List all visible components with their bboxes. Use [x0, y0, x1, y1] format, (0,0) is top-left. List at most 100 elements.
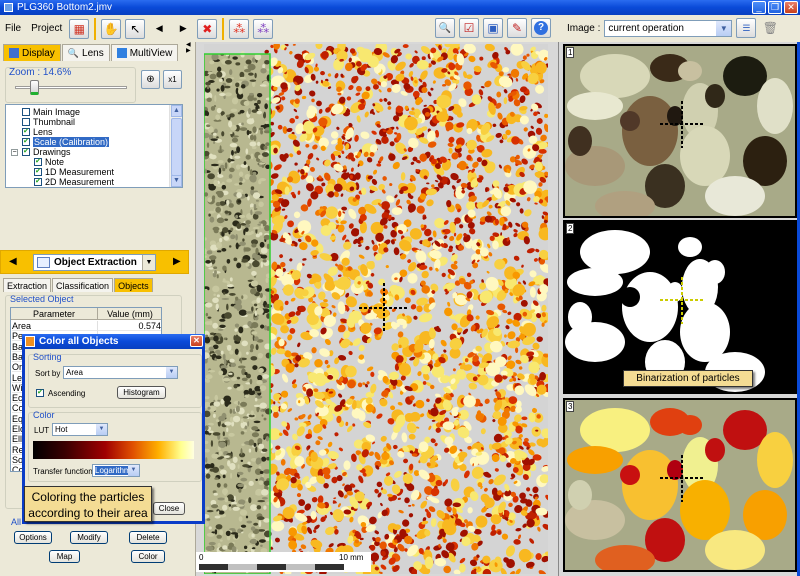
tab-display[interactable]: Display — [3, 44, 61, 61]
image-select[interactable]: current operation ▼ — [604, 19, 733, 37]
close-button[interactable]: ✕ — [784, 1, 798, 14]
grain — [254, 336, 259, 342]
delete-button[interactable]: ✖ — [197, 18, 218, 39]
tree-item[interactable]: ✔ Note — [34, 157, 64, 167]
grain — [204, 521, 209, 527]
tree-checkbox[interactable]: ✔ — [34, 168, 42, 176]
main-image-view[interactable]: 0 10 mm — [196, 42, 558, 576]
select-button[interactable]: ↖ — [125, 18, 146, 39]
tree-checkbox[interactable]: ✔ — [34, 158, 42, 166]
magnifier-button[interactable]: 🔍 — [435, 18, 455, 38]
checklist-button[interactable]: ☑ — [459, 18, 479, 38]
thumbnail-binarized[interactable]: 2 Binarization of particles — [563, 220, 797, 394]
tree-item[interactable]: ✔ Scale (Calibration) — [22, 137, 110, 147]
tab-lens[interactable]: 🔍 Lens — [61, 44, 110, 61]
tab-extraction[interactable]: Extraction — [3, 278, 52, 292]
grain — [255, 344, 259, 351]
modify-button[interactable]: Modify — [70, 531, 108, 544]
classify-objects-button[interactable]: ⁂ — [253, 18, 274, 39]
tree-item[interactable]: ✔ 1D Measurement — [34, 167, 114, 177]
module-select[interactable]: Object Extraction ▼ — [33, 254, 156, 271]
window-search-button[interactable]: ▣ — [483, 18, 503, 38]
dialog-close-icon[interactable]: ✕ — [190, 335, 203, 347]
ascending-checkbox[interactable]: ✔ — [36, 389, 44, 397]
module-prev-icon[interactable]: ◀ — [9, 256, 17, 267]
tree-checkbox[interactable] — [22, 108, 30, 116]
module-next-icon[interactable]: ▶ — [173, 256, 181, 267]
minimize-button[interactable]: _ — [752, 1, 766, 14]
tree-checkbox[interactable]: ✔ — [22, 138, 30, 146]
previous-button[interactable]: ◀ — [149, 19, 169, 39]
scroll-up-icon[interactable]: ▲ — [171, 105, 182, 117]
scroll-thumb[interactable] — [171, 118, 182, 176]
tab-classification[interactable]: Classification — [52, 278, 114, 292]
thumbnail-colored[interactable]: 3 — [563, 398, 797, 572]
grain — [216, 482, 221, 488]
grain — [568, 480, 592, 510]
collapse-icon[interactable]: − — [11, 148, 18, 156]
histogram-button[interactable]: Histogram — [117, 386, 166, 399]
panel-collapse-arrows[interactable]: ◀ ▶ — [186, 42, 191, 54]
dialog-close-button[interactable]: Close — [153, 502, 185, 515]
ascending-label: Ascending — [48, 389, 86, 398]
help-button[interactable]: ? — [531, 18, 551, 38]
tree-item[interactable]: ✔ Lens — [22, 127, 53, 137]
trash-button[interactable]: 🗑 — [760, 18, 780, 38]
column-header-parameter[interactable]: Parameter — [11, 308, 98, 320]
grain — [215, 114, 221, 121]
colored-particles-image[interactable] — [204, 44, 548, 574]
restore-button[interactable]: ❐ — [768, 1, 782, 14]
tab-objects[interactable]: Objects — [114, 278, 153, 292]
pan-button[interactable]: ✋ — [101, 18, 122, 39]
window-search-icon: ▣ — [487, 21, 499, 35]
grain — [251, 533, 255, 538]
dialog-title-bar[interactable]: Color all Objects ✕ — [22, 334, 205, 349]
grain — [209, 255, 217, 261]
transfer-function-select[interactable]: Logarithmic ▼ — [92, 464, 140, 477]
tree-scrollbar[interactable]: ▲ ▼ — [169, 105, 182, 187]
scale-segment — [286, 564, 315, 570]
image-settings-button[interactable]: ☰ — [736, 18, 757, 38]
color-objects-button[interactable]: ⁂ — [229, 18, 250, 39]
next-button[interactable]: ▶ — [173, 19, 193, 39]
lut-select[interactable]: Hot ▼ — [52, 423, 108, 436]
tree-checkbox[interactable] — [22, 118, 30, 126]
tree-item[interactable]: −✔Object Extraction — [34, 187, 114, 188]
toolbar-separator — [222, 17, 225, 40]
tree-item[interactable]: Thumbnail — [22, 117, 75, 127]
grain — [233, 257, 238, 262]
color-button[interactable]: Color — [131, 550, 165, 563]
tree-item-label: Lens — [33, 127, 53, 137]
grain — [256, 297, 261, 304]
tree-checkbox[interactable]: ✔ — [22, 148, 30, 156]
grain — [257, 154, 263, 160]
grain — [244, 227, 249, 232]
sort-by-select[interactable]: Area ▼ — [63, 366, 178, 379]
zoom-actual-button[interactable]: x1 — [163, 70, 182, 89]
column-header-value[interactable]: Value (mm) — [98, 308, 161, 320]
grain — [212, 226, 220, 232]
thumbnail-original[interactable]: 1 — [563, 44, 797, 218]
delete-objects-button[interactable]: Delete — [129, 531, 167, 544]
table-cell-value[interactable]: 0.574 — [98, 321, 161, 331]
options-button[interactable]: Options — [14, 531, 52, 544]
tree-item[interactable]: − ✔ Drawings — [11, 147, 71, 157]
edit-checklist-button[interactable]: ✎ — [507, 18, 527, 38]
tree-checkbox[interactable]: ✔ — [34, 178, 42, 186]
scroll-down-icon[interactable]: ▼ — [171, 175, 182, 187]
tree-item-label: Thumbnail — [33, 117, 76, 127]
grain — [204, 321, 212, 325]
zoom-slider-thumb[interactable] — [29, 80, 39, 95]
menu-project[interactable]: Project — [26, 23, 67, 34]
grain — [217, 190, 224, 198]
menu-file[interactable]: File — [0, 23, 26, 34]
table-cell-parameter[interactable]: Area — [12, 321, 98, 331]
tree-item[interactable]: Main Image — [22, 107, 80, 117]
map-button[interactable]: Map — [49, 550, 80, 563]
zoom-fit-button[interactable]: ⊕ — [141, 70, 160, 89]
multiview-icon — [116, 48, 127, 58]
open-project-button[interactable]: ▦ — [69, 18, 90, 39]
tree-item[interactable]: ✔ 2D Measurement — [34, 177, 114, 187]
tab-multiview[interactable]: MultiView — [110, 44, 179, 61]
tree-checkbox[interactable]: ✔ — [22, 128, 30, 136]
